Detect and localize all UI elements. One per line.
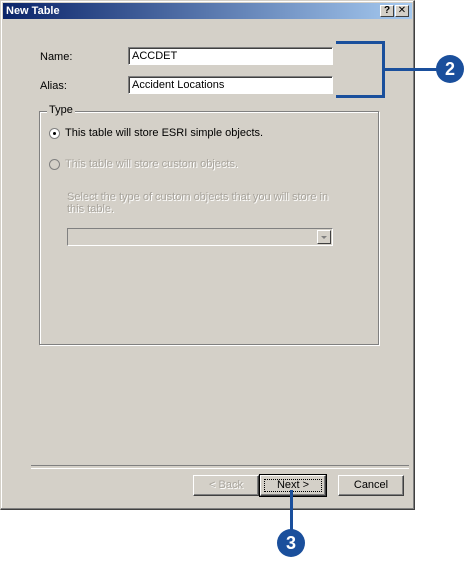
cancel-button[interactable]: Cancel [338, 475, 404, 496]
footer-separator [31, 465, 409, 469]
callout-bracket-top [336, 41, 384, 44]
callout-2-badge: 2 [436, 55, 464, 83]
close-button[interactable]: ✕ [395, 5, 409, 17]
callout-3-badge: 3 [277, 529, 305, 557]
alias-label: Alias: [40, 80, 67, 92]
back-button[interactable]: < Back [193, 475, 259, 496]
dropdown-button[interactable] [317, 230, 331, 244]
cancel-button-label: Cancel [353, 479, 389, 491]
next-button[interactable]: Next > [259, 474, 327, 497]
alias-field[interactable]: Accident Locations [128, 76, 333, 94]
chevron-down-icon [321, 236, 327, 239]
window-title: New Table [6, 5, 60, 17]
name-label: Name: [40, 51, 73, 63]
radio-selected-dot [53, 132, 56, 135]
help-button[interactable]: ? [380, 5, 394, 17]
focus-rect [264, 479, 322, 492]
name-field[interactable]: ACCDET [128, 47, 333, 65]
callout-bracket-bottom [336, 95, 384, 98]
custom-objects-hint: Select the type of custom objects that y… [67, 191, 329, 215]
custom-objects-radio[interactable] [49, 159, 60, 170]
back-button-label: < Back [209, 479, 243, 491]
simple-objects-radio[interactable] [49, 128, 60, 139]
title-bar: New Table ? ✕ [3, 3, 412, 19]
custom-objects-label[interactable]: This table will store custom objects. [65, 158, 238, 170]
custom-object-type-select[interactable] [67, 228, 333, 246]
new-table-dialog: New Table ? ✕ Name: ACCDET Alias: Accide… [0, 0, 415, 510]
callout-2-line [384, 68, 440, 71]
simple-objects-label[interactable]: This table will store ESRI simple object… [65, 127, 263, 139]
type-group-legend: Type [47, 104, 75, 116]
